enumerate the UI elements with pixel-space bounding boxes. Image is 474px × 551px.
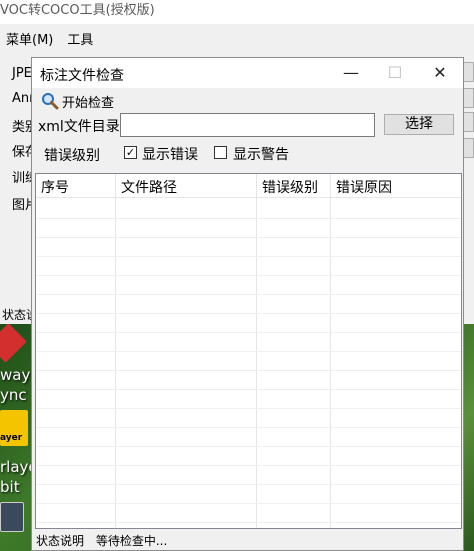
table-row-divider [36,484,461,485]
table-row-divider [36,370,461,371]
results-table[interactable]: 序号 文件路径 错误级别 错误原因 [35,173,462,529]
table-row-divider [36,218,461,219]
table-row-divider [36,256,461,257]
desktop-app-icon[interactable] [0,323,27,363]
background-menu-bar: 菜单(M) 工具 [0,27,101,49]
column-header-path[interactable]: 文件路径 [121,177,177,197]
dialog-title-bar: 标注文件检查 — ☐ ✕ [32,58,463,88]
table-row-divider [36,408,461,409]
error-level-label: 错误级别 [44,148,100,164]
table-row-divider [36,389,461,390]
show-errors-label[interactable]: 显示错误 [142,144,198,164]
column-header-reason[interactable]: 错误原因 [336,177,392,197]
choose-button[interactable]: 选择 [384,114,454,135]
menu-item-menu[interactable]: 菜单(M) [0,27,61,49]
show-errors-checkbox[interactable]: ✓ [124,146,137,159]
column-header-index[interactable]: 序号 [41,177,69,197]
desktop-label: way [0,366,31,384]
player-icon-text: ayer [0,433,23,443]
minimize-icon[interactable]: — [329,58,373,88]
background-window-title: VOC转COCO工具(授权版) [0,0,474,24]
xml-dir-label: xml文件目录 [38,119,120,135]
xml-dir-input[interactable] [120,113,375,137]
table-row-divider [36,503,461,504]
close-icon[interactable]: ✕ [418,58,462,88]
show-warnings-label[interactable]: 显示警告 [233,144,289,164]
status-text: 等待检查中... [95,534,168,548]
bg-label-jpe: JPE [12,66,32,81]
table-row-divider [36,522,461,523]
table-row-divider [36,332,461,333]
maximize-icon: ☐ [387,63,403,82]
start-check-button[interactable]: 开始检查 [41,91,114,111]
desktop-file-icon[interactable] [0,502,24,532]
show-warnings-checkbox[interactable] [214,146,227,159]
status-bar: 状态说明 等待检查中... [32,532,463,550]
table-header: 序号 文件路径 错误级别 错误原因 [36,174,461,198]
dialog-title: 标注文件检查 [40,68,124,84]
start-check-label: 开始检查 [62,95,115,111]
table-row-divider [36,275,461,276]
desktop-label: ync [0,386,27,404]
table-row-divider [36,313,461,314]
player-app-icon[interactable]: ayer [0,410,28,446]
table-row-divider [36,465,461,466]
desktop-label: bit [0,478,20,496]
column-header-level[interactable]: 错误级别 [262,177,318,197]
table-row-divider [36,294,461,295]
table-row-divider [36,446,461,447]
table-row-divider [36,351,461,352]
table-row-divider [36,237,461,238]
file-check-dialog: 标注文件检查 — ☐ ✕ 开始检查 xml文件目录 选择 错误级别 ✓ 显示错误… [31,57,464,551]
menu-item-tools[interactable]: 工具 [61,27,101,49]
magnifier-icon [41,92,59,110]
table-row-divider [36,427,461,428]
status-label: 状态说明 [36,534,85,548]
